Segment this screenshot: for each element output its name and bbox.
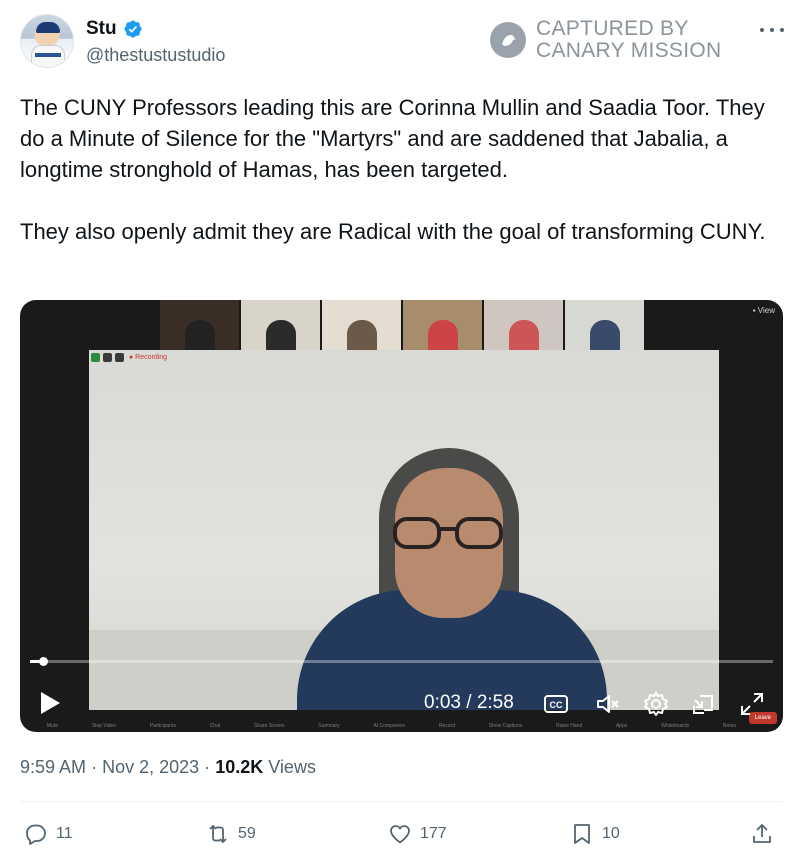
- bookmark-button[interactable]: 10: [570, 822, 620, 846]
- video-controls: 0:03 / 2:58 CC: [20, 678, 783, 728]
- author-handle[interactable]: @thestustustudio: [86, 45, 225, 66]
- tweet-date[interactable]: Nov 2, 2023: [102, 757, 199, 777]
- participant-thumb: [403, 300, 482, 350]
- bookmark-icon: [574, 824, 590, 844]
- watermark: CAPTURED BY CANARY MISSION: [490, 18, 721, 62]
- recording-indicator: ● Recording: [91, 353, 167, 362]
- reply-count: 11: [56, 825, 73, 842]
- watermark-line1: CAPTURED BY: [536, 17, 689, 40]
- share-button[interactable]: [750, 822, 774, 846]
- video-time: 0:03 / 2:58: [424, 692, 514, 713]
- like-count: 177: [420, 825, 447, 842]
- settings-gear-icon[interactable]: [642, 690, 670, 718]
- tweet-header: Stu @thestustustudio CAPTURED BY CANARY …: [20, 14, 790, 74]
- views-label: Views: [268, 757, 316, 777]
- play-icon[interactable]: [38, 690, 62, 716]
- author-name-row: Stu: [86, 18, 143, 40]
- like-button[interactable]: 177: [388, 822, 447, 846]
- views-count: 10.2K: [215, 757, 264, 777]
- watermark-line2: CANARY MISSION: [536, 39, 722, 62]
- repost-count: 59: [238, 825, 256, 842]
- avatar[interactable]: [20, 14, 74, 68]
- author-name[interactable]: Stu: [86, 18, 117, 40]
- participant-thumb: [160, 300, 239, 350]
- picture-in-picture-icon[interactable]: [690, 690, 718, 718]
- view-toggle: ▪ View: [752, 306, 775, 315]
- tweet-paragraph-1: The CUNY Professors leading this are Cor…: [20, 95, 765, 182]
- glasses: [393, 517, 503, 549]
- participant-thumb: [322, 300, 401, 350]
- more-options-icon[interactable]: [760, 20, 784, 40]
- participant-thumb: [241, 300, 320, 350]
- fullscreen-icon[interactable]: [738, 690, 766, 718]
- reply-icon: [26, 824, 46, 845]
- tweet-actions: 11 59 177 10: [24, 822, 780, 852]
- reply-button[interactable]: 11: [24, 822, 73, 846]
- captions-icon[interactable]: CC: [542, 690, 570, 718]
- heart-icon: [390, 825, 410, 844]
- tweet-time[interactable]: 9:59 AM: [20, 757, 86, 777]
- mute-icon[interactable]: [594, 690, 622, 718]
- repost-icon: [209, 825, 227, 843]
- svg-text:CC: CC: [550, 700, 563, 710]
- video-progress-bar[interactable]: [30, 657, 773, 666]
- video-player[interactable]: ▪ View ● Recording Mute Stop Video Partici…: [20, 300, 783, 732]
- canary-logo-icon: [490, 22, 526, 58]
- tweet-paragraph-2: They also openly admit they are Radical …: [20, 219, 766, 244]
- share-icon: [753, 824, 771, 843]
- bookmark-count: 10: [602, 825, 620, 842]
- verified-badge-icon: [124, 20, 142, 38]
- participant-thumb: [484, 300, 563, 350]
- repost-button[interactable]: 59: [206, 822, 256, 846]
- speaker-video: [89, 350, 719, 710]
- participant-thumb: [565, 300, 644, 350]
- tweet-text: The CUNY Professors leading this are Cor…: [20, 92, 780, 247]
- divider: [20, 801, 783, 802]
- tweet-meta: 9:59 AM · Nov 2, 2023 · 10.2K Views: [20, 757, 316, 777]
- participant-thumbnails: [160, 300, 644, 350]
